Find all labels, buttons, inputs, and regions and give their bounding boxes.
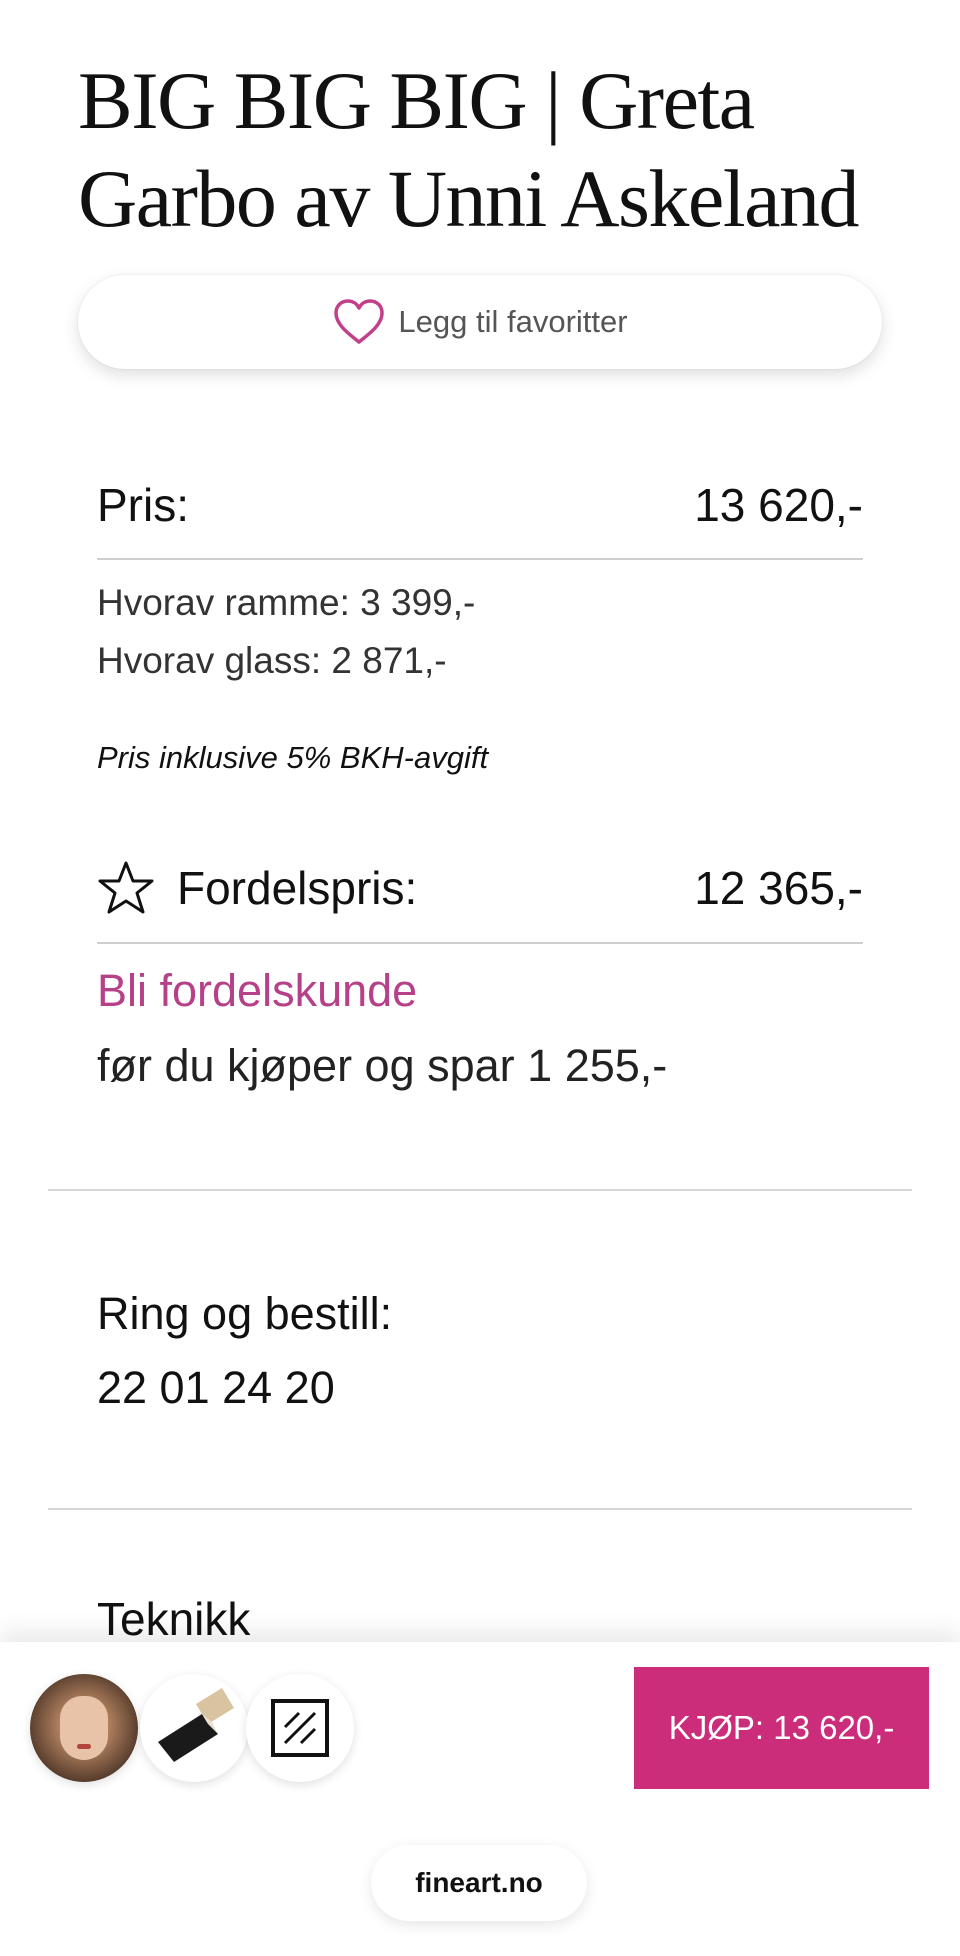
artwork-lips <box>77 1744 91 1749</box>
glass-cost: Hvorav glass: 2 871,- <box>97 640 447 681</box>
price-row: Pris: 13 620,- <box>97 478 863 532</box>
product-title: BIG BIG BIG | Greta Garbo av Unni Askela… <box>78 55 860 244</box>
price-divider <box>97 558 863 560</box>
member-savings-text: før du kjøper og spar 1 255,- <box>97 1040 668 1091</box>
heart-icon <box>334 299 385 344</box>
call-to-order-label: Ring og bestill: <box>97 1288 393 1339</box>
artwork-face <box>60 1696 108 1760</box>
phone-number[interactable]: 22 01 24 20 <box>97 1362 335 1414</box>
section-divider <box>48 1508 912 1510</box>
frame-thumbnail[interactable] <box>140 1674 248 1782</box>
buy-button[interactable]: KJØP: 13 620,- <box>634 1667 929 1789</box>
price-value: 13 620,- <box>694 479 863 531</box>
browser-url-bar[interactable]: fineart.no <box>371 1845 587 1921</box>
add-to-favorites-label: Legg til favoritter <box>398 304 628 339</box>
star-icon <box>98 861 154 914</box>
member-price-label: Fordelspris: <box>177 862 418 914</box>
become-member-link[interactable]: Bli fordelskunde <box>97 965 417 1017</box>
price-label: Pris: <box>97 479 189 531</box>
glass-thumbnail[interactable] <box>246 1674 354 1782</box>
member-price-value: 12 365,- <box>694 862 863 914</box>
technique-heading[interactable]: Teknikk <box>97 1592 250 1646</box>
add-to-favorites-button[interactable]: Legg til favoritter <box>78 275 882 369</box>
vat-note: Pris inklusive 5% BKH-avgift <box>97 740 489 775</box>
frame-icon <box>158 1688 234 1762</box>
member-price-divider <box>97 942 863 944</box>
artwork-thumbnail[interactable] <box>30 1674 138 1782</box>
frame-cost: Hvorav ramme: 3 399,- <box>97 582 476 623</box>
glass-icon <box>271 1699 329 1757</box>
member-price-row: Fordelspris: 12 365,- <box>97 860 863 916</box>
section-divider <box>48 1189 912 1191</box>
